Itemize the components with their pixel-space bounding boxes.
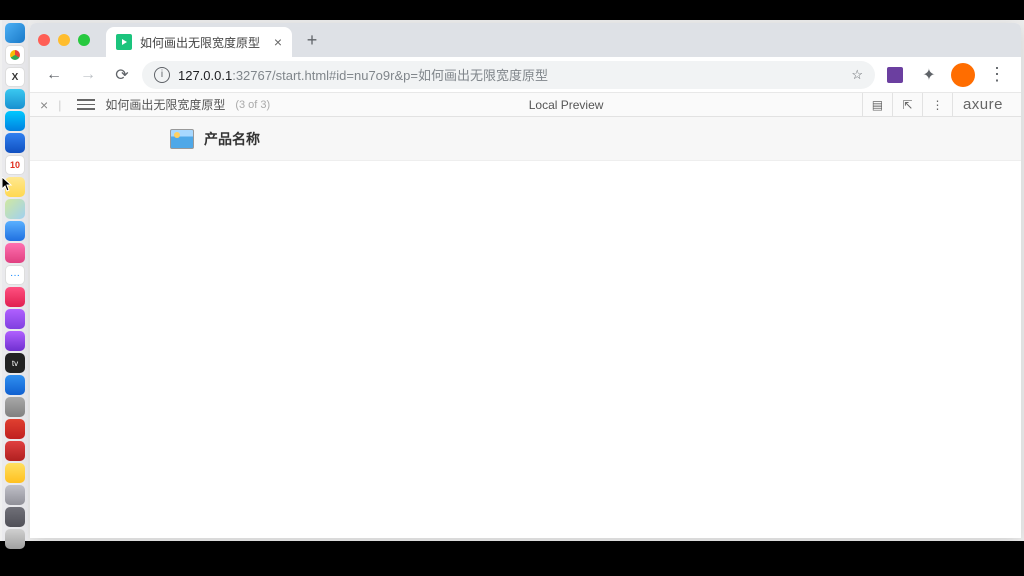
trash-icon[interactable] [5,529,25,549]
browser-window: 如何画出无限宽度原型 × + ← → ⟳ i 127.0.0.1:32767/s… [30,23,1021,538]
app-icon-20[interactable] [5,441,25,461]
axure-more-icon[interactable]: ⋮ [922,93,952,117]
axure-notes-icon[interactable]: ▤ [862,93,892,117]
axure-close-sidebar-button[interactable]: × [40,97,48,113]
axure-app-icon[interactable]: X [5,67,25,87]
address-bar[interactable]: i 127.0.0.1:32767/start.html#id=nu7o9r&p… [142,61,875,89]
forward-button[interactable]: → [74,61,102,89]
mouse-cursor-icon [2,177,14,193]
axure-logo[interactable]: axure [952,93,1013,117]
maps-icon[interactable] [5,199,25,219]
messages-icon[interactable]: ··· [5,265,25,285]
app-icon-19[interactable] [5,419,25,439]
axure-page-name: 如何画出无限宽度原型 [105,96,225,113]
browser-tabbar: 如何画出无限宽度原型 × + [30,23,1021,57]
calendar-icon[interactable]: 10 [5,155,25,175]
hamburger-menu-icon[interactable] [77,99,95,110]
product-title: 产品名称 [204,129,260,149]
axure-toolbar: × | 如何画出无限宽度原型 (3 of 3) Local Preview ▤ … [30,93,1021,117]
axure-share-icon[interactable]: ⇱ [892,93,922,117]
app-icon-5[interactable] [5,111,25,131]
app-icon-14[interactable] [5,309,25,329]
bookmark-star-icon[interactable]: ☆ [851,67,863,83]
axure-page-count: (3 of 3) [235,99,270,111]
tab-title: 如何画出无限宽度原型 [140,34,260,51]
url-text: 127.0.0.1:32767/start.html#id=nu7o9r&p=如… [178,65,843,84]
product-image-icon [170,129,194,149]
appstore-icon[interactable] [5,375,25,395]
new-tab-button[interactable]: + [298,26,326,54]
axure-preview-label: Local Preview [270,98,862,112]
app-icon-18[interactable] [5,397,25,417]
tv-icon[interactable]: tv [5,353,25,373]
browser-toolbar: ← → ⟳ i 127.0.0.1:32767/start.html#id=nu… [30,57,1021,93]
product-header: 产品名称 [30,117,1021,161]
window-controls [38,34,106,46]
browser-tab[interactable]: 如何画出无限宽度原型 × [106,27,292,57]
window-close-button[interactable] [38,34,50,46]
app-icon-23[interactable] [5,507,25,527]
music-icon[interactable] [5,287,25,307]
app-icon-10[interactable] [5,221,25,241]
window-maximize-button[interactable] [78,34,90,46]
app-icon-22[interactable] [5,485,25,505]
tab-close-button[interactable]: × [274,34,282,50]
app-icon-21[interactable] [5,463,25,483]
site-info-icon[interactable]: i [154,67,170,83]
profile-avatar[interactable] [949,61,977,89]
window-minimize-button[interactable] [58,34,70,46]
podcasts-icon[interactable] [5,331,25,351]
extension-icon-1[interactable] [881,61,909,89]
finder-icon[interactable] [5,23,25,43]
app-icon-11[interactable] [5,243,25,263]
axure-favicon-icon [116,34,132,50]
safari-icon[interactable] [5,133,25,153]
browser-menu-button[interactable]: ⋮ [983,61,1011,89]
reload-button[interactable]: ⟳ [108,61,136,89]
page-content: langzipm 退出 产品名称 [30,117,1021,538]
macos-dock: X 10 ··· tv [2,20,28,541]
back-button[interactable]: ← [40,61,68,89]
chrome-icon[interactable] [5,45,25,65]
extensions-puzzle-icon[interactable]: ✦ [915,61,943,89]
app-icon-4[interactable] [5,89,25,109]
